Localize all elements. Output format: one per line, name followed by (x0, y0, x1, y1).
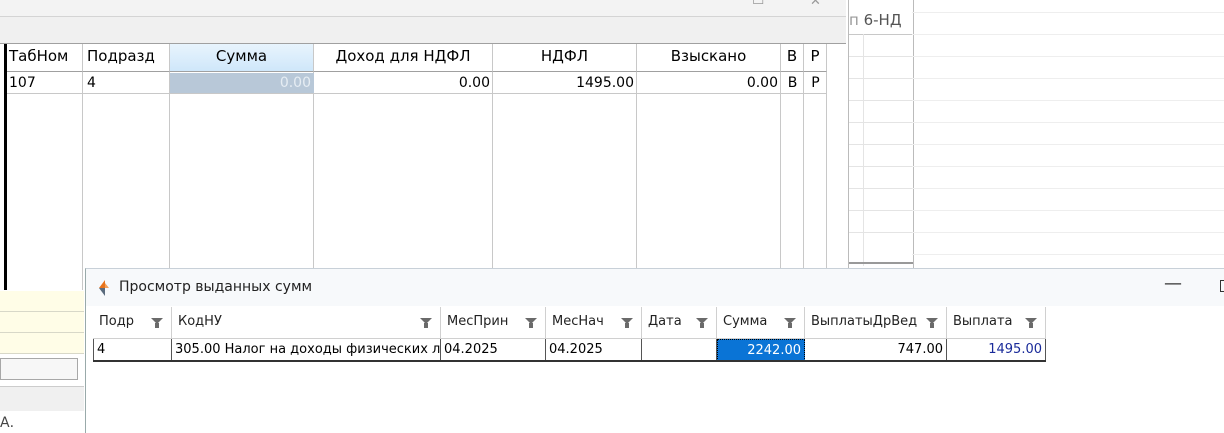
filter-icon[interactable] (420, 318, 432, 328)
cell-r[interactable]: Р (804, 73, 827, 94)
cell-vyplata[interactable]: 1495.00 (947, 339, 1046, 361)
cell-dohod-ndfl[interactable]: 0.00 (314, 73, 493, 94)
header-r[interactable]: Р (804, 44, 827, 72)
filter-icon[interactable] (696, 318, 708, 328)
header-vyplata[interactable]: Выплата (947, 307, 1046, 339)
app-logo-icon (99, 280, 109, 296)
filter-icon[interactable] (621, 318, 633, 328)
cell-v[interactable]: В (781, 73, 804, 94)
cell-podrazd[interactable]: 4 (83, 73, 170, 94)
header-ndfl[interactable]: НДФЛ (493, 44, 637, 72)
side-grid-bottom (849, 262, 913, 264)
header-tabnom[interactable]: ТабНом (7, 44, 83, 72)
dialog-title: Просмотр выданных сумм (119, 279, 313, 295)
filter-icon[interactable] (151, 318, 163, 328)
left-panel-footer (0, 386, 84, 411)
cell-ndfl[interactable]: 1495.00 (493, 73, 637, 94)
cell-summa[interactable]: 2242.00 (717, 339, 805, 361)
cell-summa[interactable]: 0.00 (170, 73, 314, 94)
cell-mesprin[interactable]: 04.2025 (441, 339, 546, 361)
side-grid-header[interactable]: п 6-НД (849, 8, 913, 35)
row-separator (93, 360, 1046, 362)
left-field-1[interactable] (0, 291, 84, 312)
side-grid-row (849, 122, 913, 123)
header-kodnu[interactable]: КодНУ (172, 307, 441, 339)
payments-grid: ТабНом Подразд Сумма Доход для НДФЛ НДФЛ… (4, 44, 850, 290)
maximize-icon[interactable]: ▭ (752, 0, 764, 9)
close-icon[interactable]: ✕ (810, 0, 821, 9)
side-grid: п 6-НД (848, 0, 914, 268)
side-grid-row (849, 210, 913, 211)
filter-icon[interactable] (926, 318, 938, 328)
header-summa[interactable]: Сумма (170, 44, 314, 72)
header-summa[interactable]: Сумма (717, 307, 805, 339)
filter-icon[interactable] (1025, 318, 1037, 328)
side-grid-row (849, 144, 913, 145)
cell-kodnu[interactable]: 305.00 Налог на доходы физических лиц (172, 339, 441, 361)
header-mesnach[interactable]: МесНач (546, 307, 642, 339)
back-window-titlebar: ▭ ✕ (0, 0, 846, 17)
side-grid-row (849, 56, 913, 57)
filter-icon[interactable] (784, 318, 796, 328)
cell-vzyskano[interactable]: 0.00 (637, 73, 781, 94)
left-field-2[interactable] (0, 312, 84, 333)
left-field-3[interactable] (0, 333, 84, 354)
left-input[interactable] (0, 358, 78, 380)
back-window-toolbar (0, 17, 846, 44)
side-grid-row (849, 78, 913, 79)
side-grid-row (849, 188, 913, 189)
cell-tabnom[interactable]: 107 (7, 73, 83, 94)
issued-sums-dialog: Просмотр выданных сумм — Подр КодНУ МесП… (85, 268, 1224, 433)
maximize-button[interactable] (1220, 280, 1224, 292)
cell-mesnach[interactable]: 04.2025 (546, 339, 642, 361)
header-podr[interactable]: Подр (93, 307, 172, 339)
cell-vyplaty-dr-ved[interactable]: 747.00 (805, 339, 947, 361)
header-v[interactable]: В (781, 44, 804, 72)
side-grid-row (849, 100, 913, 101)
header-vzyskano[interactable]: Взыскано (637, 44, 781, 72)
side-grid-row (849, 166, 913, 167)
header-data[interactable]: Дата (642, 307, 717, 339)
header-mesprin[interactable]: МесПрин (441, 307, 546, 339)
dialog-titlebar[interactable]: Просмотр выданных сумм — (86, 269, 1224, 306)
minimize-button[interactable]: — (1164, 273, 1182, 294)
header-podrazd[interactable]: Подразд (83, 44, 170, 72)
cell-podr[interactable]: 4 (93, 339, 172, 361)
header-dohod-ndfl[interactable]: Доход для НДФЛ (314, 44, 493, 72)
side-grid-row (849, 232, 913, 233)
filter-icon[interactable] (525, 318, 537, 328)
header-vyplaty-dr-ved[interactable]: ВыплатыДрВед (805, 307, 947, 339)
left-label: А. (0, 415, 15, 431)
cell-data[interactable] (642, 339, 717, 361)
